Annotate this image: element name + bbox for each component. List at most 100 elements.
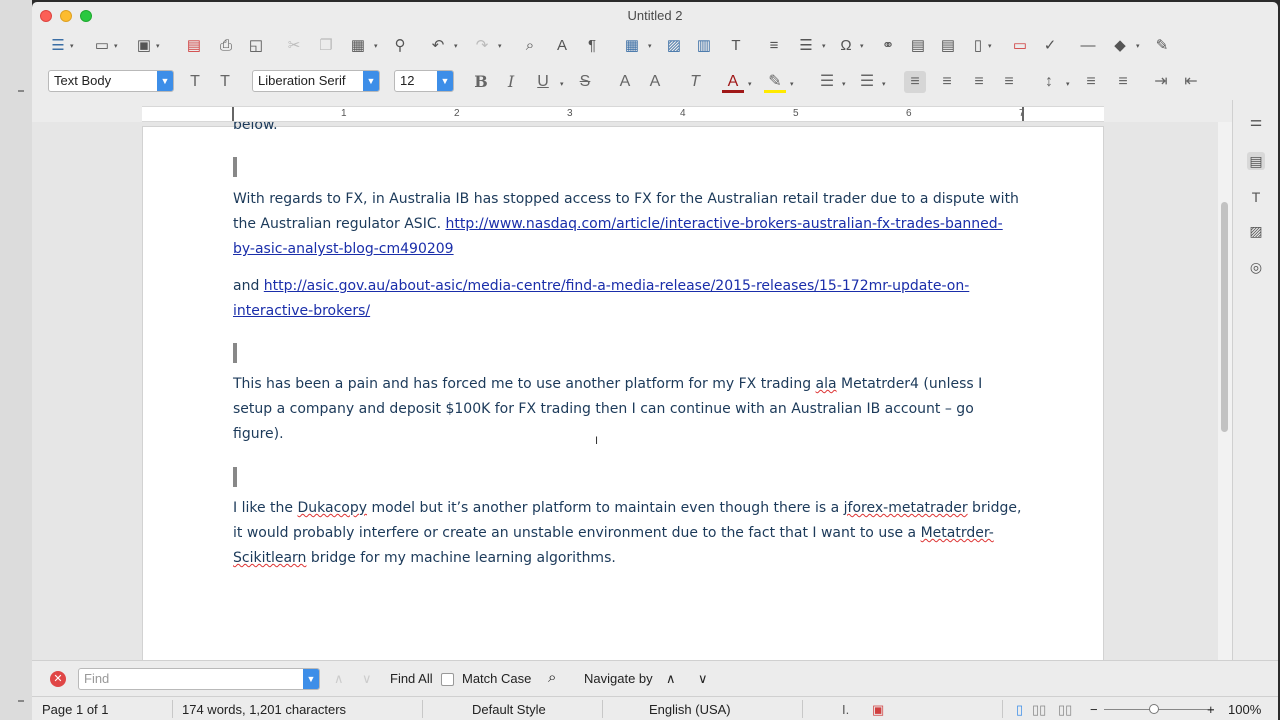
align-center-icon[interactable]: ≡ xyxy=(936,71,958,93)
export-pdf-icon[interactable]: ▤ xyxy=(184,36,204,56)
bullet-list-dropdown-icon[interactable]: ▾ xyxy=(842,80,846,88)
insert-line-icon[interactable]: — xyxy=(1078,36,1098,56)
decrease-paragraph-spacing-icon[interactable]: ≡ xyxy=(1112,71,1134,93)
increase-paragraph-spacing-icon[interactable]: ≡ xyxy=(1080,71,1102,93)
navigate-previous-icon[interactable]: ∧ xyxy=(666,671,676,687)
zoom-out-icon[interactable]: − xyxy=(1090,702,1098,717)
track-changes-icon[interactable]: ✓ xyxy=(1040,36,1060,56)
draw-functions-icon[interactable]: ✎ xyxy=(1152,36,1172,56)
footnote-icon[interactable]: ▤ xyxy=(908,36,928,56)
paste-icon[interactable]: ▦ xyxy=(348,36,368,56)
new-style-icon[interactable]: T xyxy=(214,71,236,93)
print-preview-icon[interactable]: ◱ xyxy=(246,36,266,56)
numbered-list-dropdown-icon[interactable]: ▾ xyxy=(882,80,886,88)
undo-icon[interactable]: ↶ xyxy=(428,36,448,56)
italic-icon[interactable]: I xyxy=(500,71,522,93)
numbered-list-icon[interactable]: ☰ xyxy=(856,71,878,93)
comment-icon[interactable]: ▭ xyxy=(1010,36,1030,56)
insert-chart-icon[interactable]: ▥ xyxy=(694,36,714,56)
open-folder-icon[interactable]: ▭ xyxy=(92,36,112,56)
document-page[interactable]: below. With regards to FX, in Australia … xyxy=(142,122,1104,660)
bold-icon[interactable]: B xyxy=(470,71,492,93)
undo-dropdown-icon[interactable]: ▾ xyxy=(454,42,458,50)
language[interactable]: English (USA) xyxy=(649,702,731,717)
font-color-dropdown-icon[interactable]: ▾ xyxy=(748,80,752,88)
word-count[interactable]: 174 words, 1,201 characters xyxy=(182,702,346,717)
font-color-icon[interactable]: A xyxy=(722,71,744,93)
match-case-checkbox[interactable] xyxy=(441,673,454,686)
insert-mode-icon[interactable]: I. xyxy=(842,702,849,717)
shapes-dropdown-icon[interactable]: ▾ xyxy=(1136,42,1140,50)
styles-icon[interactable]: T xyxy=(1247,188,1265,206)
asic-link[interactable]: http://asic.gov.au/about-asic/media-cent… xyxy=(233,278,969,319)
navigate-next-icon[interactable]: ∨ xyxy=(698,671,708,687)
copy-icon[interactable]: ❐ xyxy=(316,36,336,56)
close-find-icon[interactable]: ✕ xyxy=(50,671,66,687)
scrollbar-thumb[interactable] xyxy=(1221,202,1228,432)
align-left-icon[interactable]: ≡ xyxy=(904,71,926,93)
find-replace-icon[interactable]: ⌕ xyxy=(548,669,556,686)
minimize-window-button[interactable] xyxy=(60,10,72,22)
redo-dropdown-icon[interactable]: ▾ xyxy=(498,42,502,50)
horizontal-ruler[interactable]: 1 2 3 4 5 6 7 xyxy=(142,106,1104,122)
insert-field-icon[interactable]: ☰ xyxy=(796,36,816,56)
bookmark-dropdown-icon[interactable]: ▾ xyxy=(988,42,992,50)
maximize-window-button[interactable] xyxy=(80,10,92,22)
page-indicator[interactable]: Page 1 of 1 xyxy=(42,702,109,717)
align-right-icon[interactable]: ≡ xyxy=(968,71,990,93)
new-document-icon[interactable]: ☰ xyxy=(48,36,68,56)
redo-icon[interactable]: ↷ xyxy=(472,36,492,56)
left-indent-marker[interactable] xyxy=(232,107,234,121)
formatting-marks-icon[interactable]: ¶ xyxy=(582,36,602,56)
insert-table-icon[interactable]: ▦ xyxy=(622,36,642,56)
update-style-icon[interactable]: T xyxy=(184,71,206,93)
save-dropdown-icon[interactable]: ▾ xyxy=(156,42,160,50)
hyperlink-icon[interactable]: ⚭ xyxy=(878,36,898,56)
vertical-scrollbar[interactable] xyxy=(1218,122,1232,660)
multi-page-view-icon[interactable]: ▯▯ xyxy=(1032,702,1046,718)
misspelled-word[interactable]: jforex-metatrader xyxy=(844,500,968,516)
superscript-icon[interactable]: A xyxy=(614,71,636,93)
clone-formatting-icon[interactable]: ⚲ xyxy=(390,36,410,56)
underline-icon[interactable]: U xyxy=(532,71,554,93)
chevron-down-icon[interactable]: ▼ xyxy=(437,71,453,91)
zoom-slider[interactable] xyxy=(1104,709,1214,710)
properties-icon[interactable]: ⚌ xyxy=(1247,112,1265,130)
zoom-in-icon[interactable]: + xyxy=(1207,702,1215,717)
basic-shapes-icon[interactable]: ◆ xyxy=(1110,36,1130,56)
line-spacing-dropdown-icon[interactable]: ▾ xyxy=(1066,80,1070,88)
chevron-down-icon[interactable]: ▼ xyxy=(363,71,379,91)
highlight-color-icon[interactable]: ✎ xyxy=(764,71,786,93)
decrease-indent-icon[interactable]: ⇤ xyxy=(1180,71,1202,93)
paragraph-style-select[interactable]: Text Body ▼ xyxy=(48,70,174,92)
chevron-down-icon[interactable]: ▼ xyxy=(303,669,319,689)
page-style[interactable]: Default Style xyxy=(472,702,546,717)
font-size-select[interactable]: 12 ▼ xyxy=(394,70,454,92)
underline-dropdown-icon[interactable]: ▾ xyxy=(560,80,564,88)
font-name-select[interactable]: Liberation Serif ▼ xyxy=(252,70,380,92)
highlight-dropdown-icon[interactable]: ▾ xyxy=(790,80,794,88)
special-character-icon[interactable]: Ω xyxy=(836,36,856,56)
cut-icon[interactable]: ✂ xyxy=(284,36,304,56)
find-replace-icon[interactable]: ⌕ xyxy=(520,36,540,56)
insert-text-box-icon[interactable]: T xyxy=(726,36,746,56)
justify-icon[interactable]: ≡ xyxy=(998,71,1020,93)
increase-indent-icon[interactable]: ⇥ xyxy=(1150,71,1172,93)
open-dropdown-icon[interactable]: ▾ xyxy=(114,42,118,50)
table-dropdown-icon[interactable]: ▾ xyxy=(648,42,652,50)
book-view-icon[interactable]: ▯▯ xyxy=(1058,702,1072,718)
bookmark-icon[interactable]: ▯ xyxy=(968,36,988,56)
single-page-view-icon[interactable]: ▯ xyxy=(1016,702,1023,718)
navigator-icon[interactable]: ◎ xyxy=(1247,258,1265,276)
special-character-dropdown-icon[interactable]: ▾ xyxy=(860,42,864,50)
chevron-down-icon[interactable]: ▼ xyxy=(157,71,173,91)
document-modified-icon[interactable]: ▣ xyxy=(872,702,884,718)
close-window-button[interactable] xyxy=(40,10,52,22)
document-area[interactable]: below. With regards to FX, in Australia … xyxy=(32,122,1218,660)
page-icon[interactable]: ▤ xyxy=(1247,152,1265,170)
find-next-icon[interactable]: ∨ xyxy=(362,671,372,687)
zoom-level[interactable]: 100% xyxy=(1228,702,1261,717)
zoom-slider-knob[interactable] xyxy=(1149,704,1159,714)
bullet-list-icon[interactable]: ☰ xyxy=(816,71,838,93)
spelling-icon[interactable]: A xyxy=(552,36,572,56)
